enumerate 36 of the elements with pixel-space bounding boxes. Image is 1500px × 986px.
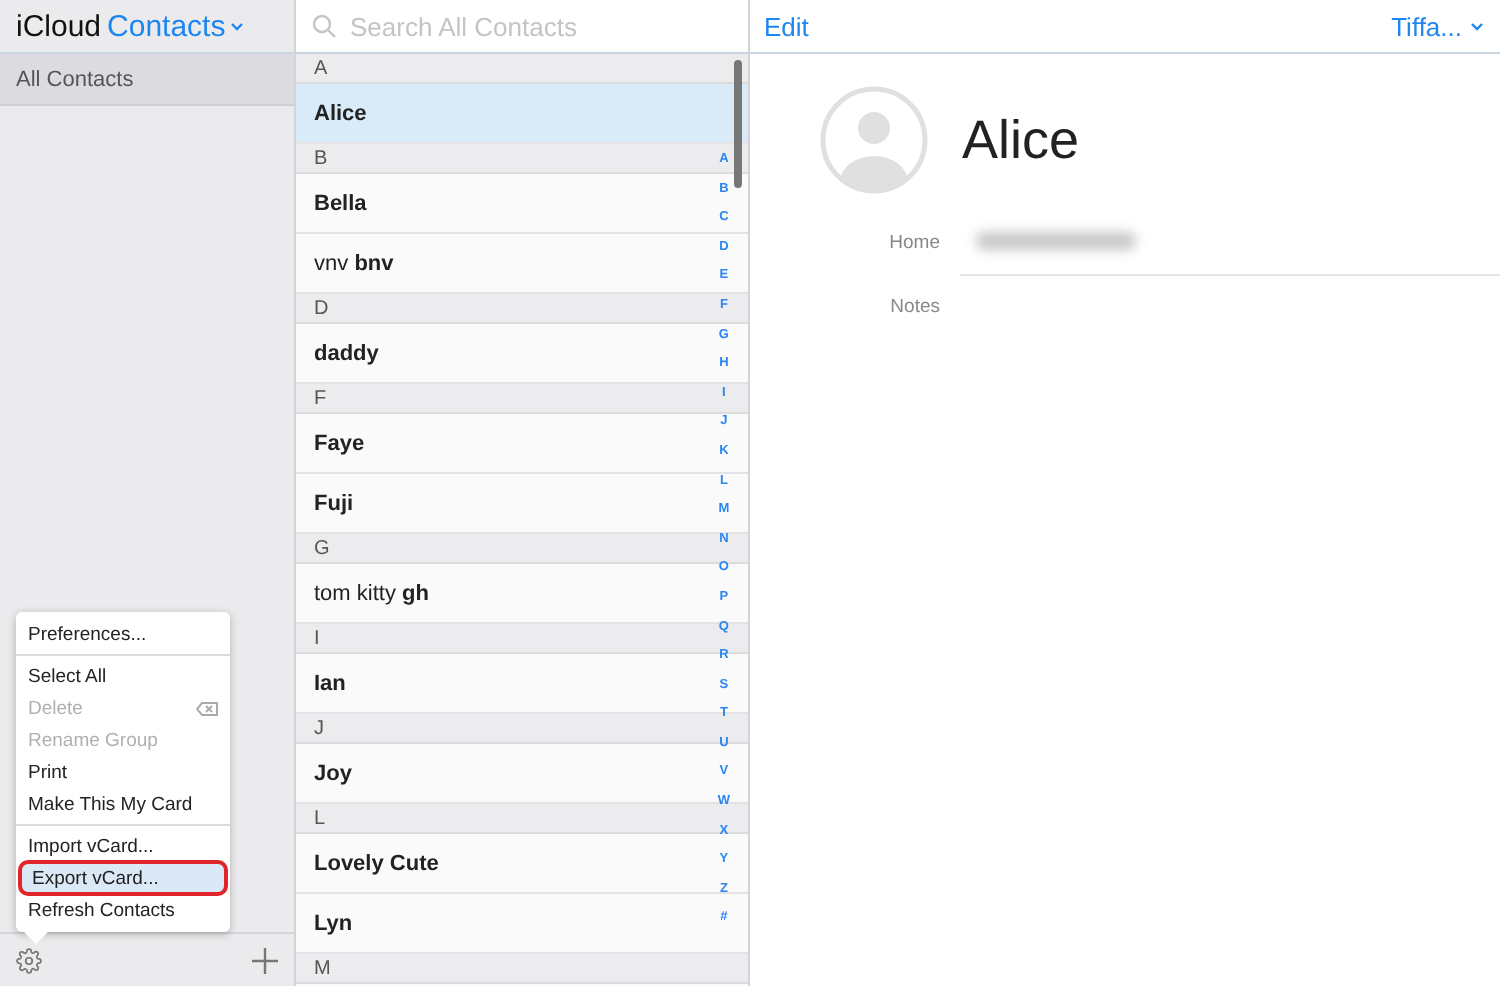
edit-link[interactable]: Edit — [764, 11, 809, 41]
search-input[interactable]: Search All Contacts — [346, 9, 714, 43]
menu-item[interactable]: Select All — [16, 660, 230, 692]
menu-item[interactable]: Print — [16, 756, 230, 788]
section-header: M — [296, 954, 748, 984]
contact-row[interactable]: Joy — [296, 744, 700, 802]
settings-icon[interactable] — [16, 947, 42, 973]
contact-row[interactable]: Lovely Cute — [296, 834, 700, 892]
group-item[interactable]: All Contacts — [0, 54, 294, 106]
avatar-icon — [820, 86, 928, 194]
contact-row[interactable]: vnv bnv — [296, 234, 700, 292]
menu-item[interactable]: Make This My Card — [16, 788, 230, 820]
add-icon[interactable] — [252, 947, 278, 973]
search-icon — [312, 14, 336, 38]
contact-name: Alice — [962, 109, 1080, 171]
brand-name: iCloud — [16, 9, 102, 43]
account-menu[interactable]: Tiffa... — [1391, 11, 1484, 41]
contact-row[interactable]: daddy — [296, 324, 700, 382]
search-field[interactable]: Search All Contacts — [296, 0, 748, 54]
contact-row[interactable]: Fuji — [296, 474, 700, 532]
section-header: A — [296, 54, 748, 84]
menu-item[interactable]: Refresh Contacts — [16, 894, 230, 926]
menu-item[interactable]: Export vCard... — [20, 862, 226, 894]
contact-row[interactable]: Faye — [296, 414, 700, 472]
menu-item[interactable]: Import vCard... — [16, 830, 230, 862]
app-switcher[interactable]: Contacts — [107, 9, 244, 43]
menu-item[interactable]: Preferences... — [16, 618, 230, 650]
field-label: Notes — [888, 295, 942, 317]
chevron-down-icon — [229, 21, 244, 31]
contact-row[interactable]: tom kitty gh — [296, 564, 700, 622]
contact-row[interactable]: Bella — [296, 174, 700, 232]
contact-row[interactable]: Lyn — [296, 894, 700, 952]
chevron-down-icon — [1470, 21, 1484, 31]
scrollbar[interactable] — [734, 60, 742, 188]
contact-row[interactable]: Ian — [296, 654, 700, 712]
field-label: Home — [887, 231, 942, 253]
